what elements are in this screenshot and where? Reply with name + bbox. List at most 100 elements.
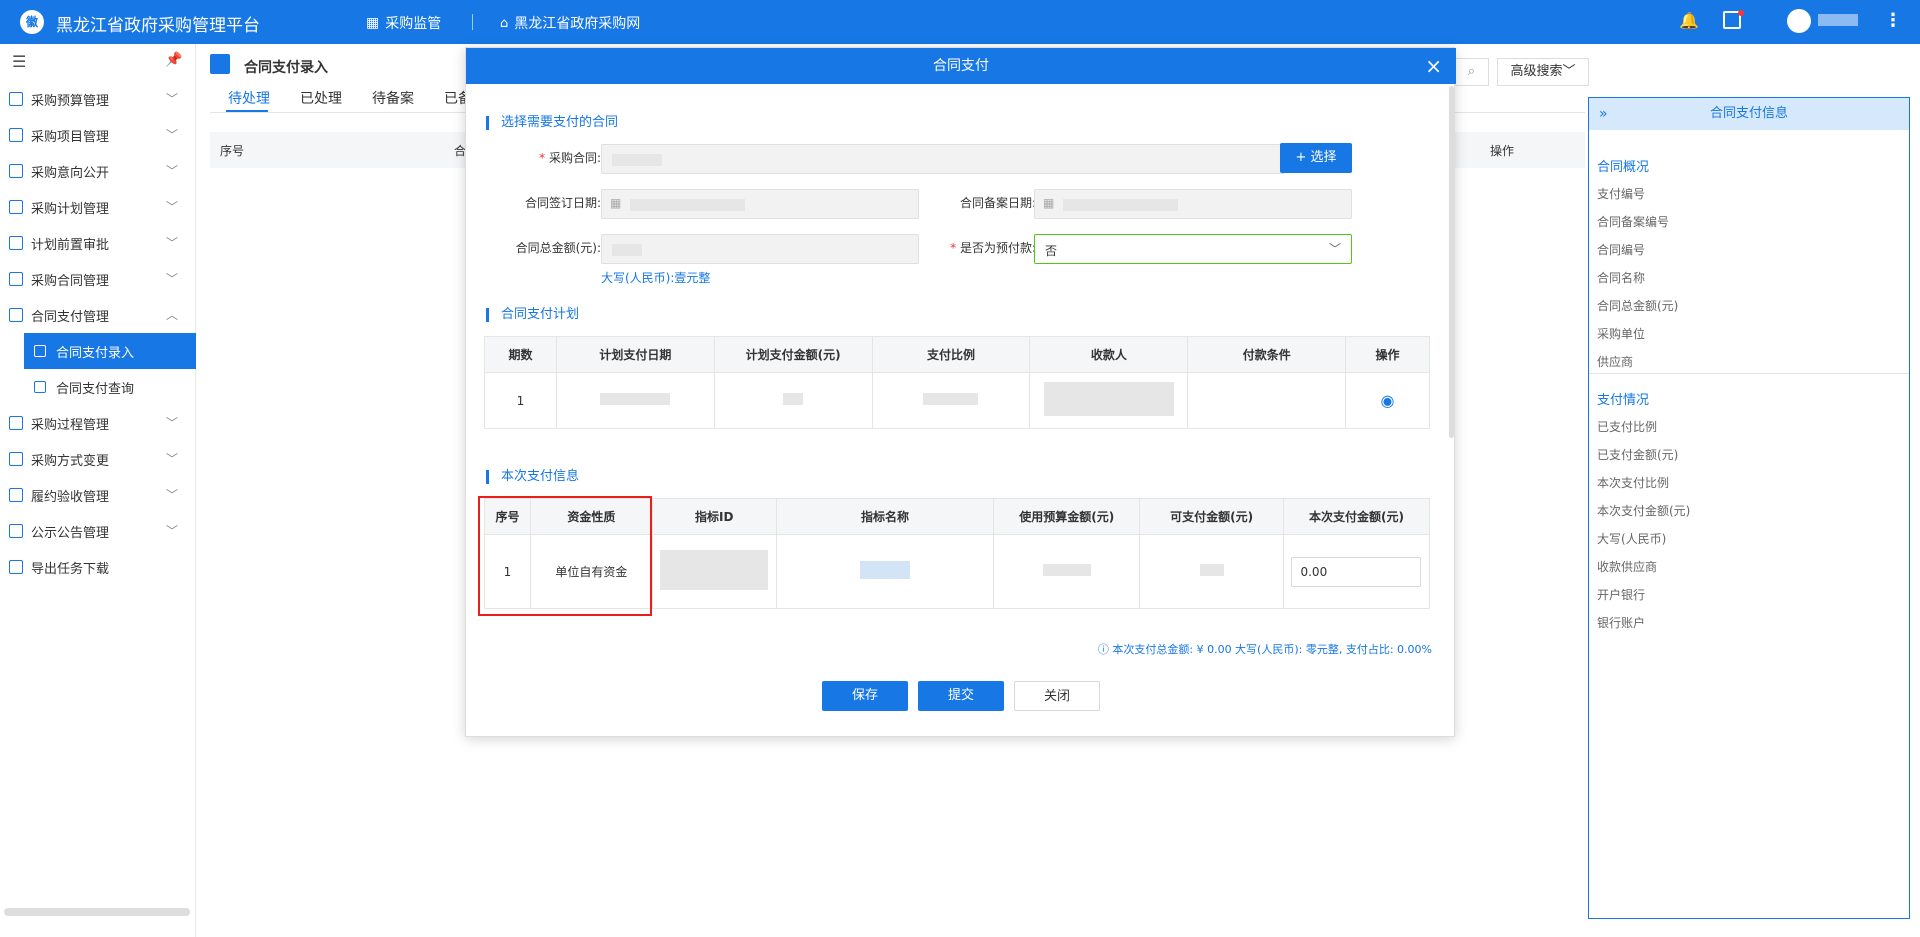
label-filing-date: 合同备案日期: (959, 196, 1036, 210)
th-payable-amount: 可支付金额(元) (1139, 498, 1284, 535)
nav-procurement-website[interactable]: ⌂ 黑龙江省政府采购网 (500, 13, 640, 33)
cell-payee (1029, 372, 1189, 429)
field-paid-ratio: 已支付比例 (1597, 420, 1658, 434)
field-capital-amount: 大写(人民币) (1597, 532, 1667, 546)
redacted-value (630, 199, 745, 211)
menu-icon[interactable]: ☰ (12, 52, 26, 71)
sidebar-scrollbar[interactable] (4, 908, 190, 916)
panel-title: 合同支付信息 (1709, 106, 1788, 121)
th-period: 期数 (484, 336, 557, 373)
sidebar-item-method-change[interactable]: 采购方式变更 ﹀ (0, 441, 196, 477)
pin-icon[interactable]: 📌 (165, 52, 182, 68)
chevron-down-icon: ﹀ (1562, 64, 1576, 79)
submit-button[interactable]: 提交 (918, 681, 1004, 711)
redacted-value (923, 393, 979, 405)
platform-logo-icon: 徽 (20, 10, 44, 34)
label-total-amount: 合同总金额(元): (515, 241, 601, 255)
th-current-amount: 本次支付金额(元) (1282, 498, 1431, 535)
sidebar-item-project[interactable]: 采购项目管理 ﹀ (0, 117, 196, 153)
page-icon (210, 54, 230, 74)
chevron-down-icon: ﹀ (1328, 242, 1341, 256)
save-button[interactable]: 保存 (822, 681, 908, 711)
advanced-search-label: 高级搜索 (1510, 64, 1563, 79)
field-payment-no: 支付编号 (1597, 187, 1646, 201)
search-icon[interactable]: ⌕ (1455, 58, 1489, 86)
close-icon[interactable]: × (1425, 48, 1442, 84)
col-seq: 序号 (220, 144, 245, 158)
sidebar-item-payment[interactable]: 合同支付管理 ︿ (0, 297, 196, 333)
th-plan-amount: 计划支付金额(元) (713, 336, 873, 373)
th-used-budget: 使用预算金额(元) (993, 498, 1141, 535)
total-amount-field[interactable] (601, 234, 919, 264)
sidebar-item-preapproval[interactable]: 计划前置审批 ﹀ (0, 225, 196, 261)
prepayment-select[interactable]: 否 ﹀ (1034, 234, 1352, 264)
close-button[interactable]: 关闭 (1014, 681, 1100, 711)
redacted-value (600, 393, 671, 405)
cell-ops: ◉ (1345, 372, 1430, 429)
calendar-icon: ▦ (610, 196, 622, 210)
chevron-down-icon: ﹀ (165, 272, 178, 286)
modal-scrollbar[interactable] (1449, 86, 1454, 438)
sidebar-item-label: 采购意向公开 (31, 165, 110, 181)
sidebar-subitem-payment-query[interactable]: 合同支付查询 (24, 369, 196, 405)
payment-icon (9, 308, 23, 322)
cell-indicator-name (775, 534, 995, 609)
advanced-search-button[interactable]: 高级搜索﹀ (1497, 58, 1589, 86)
sidebar-item-plan[interactable]: 采购计划管理 ﹀ (0, 189, 196, 225)
project-icon (9, 128, 23, 142)
cell-pay-condition (1187, 372, 1347, 429)
sidebar-item-intent[interactable]: 采购意向公开 ﹀ (0, 153, 196, 189)
th-pay-condition: 付款条件 (1187, 336, 1347, 373)
document-icon (34, 345, 46, 357)
contract-payment-info-panel: » 合同支付信息 合同概况 支付编号 合同备案编号 合同编号 合同名称 合同总金… (1588, 97, 1910, 919)
label-text: 是否为预付款: (959, 241, 1036, 255)
sidebar-item-export[interactable]: 导出任务下载 (0, 549, 196, 585)
more-vertical-icon[interactable]: ⋮ (1884, 10, 1902, 31)
th-plan-date: 计划支付日期 (555, 336, 715, 373)
bell-icon[interactable]: 🔔 (1679, 11, 1699, 30)
avatar[interactable] (1787, 9, 1811, 33)
redacted-value (660, 550, 769, 590)
th-ops: 操作 (1345, 336, 1430, 373)
tab-pending[interactable]: 待处理 (228, 88, 270, 108)
th-indicator-id: 指标ID (651, 498, 777, 535)
sidebar-item-label: 合同支付录入 (56, 345, 135, 361)
sidebar-item-acceptance[interactable]: 履约验收管理 ﹀ (0, 477, 196, 513)
field-bank: 开户银行 (1597, 588, 1646, 602)
filing-date-field[interactable]: ▦ (1034, 189, 1352, 219)
th-payee: 收款人 (1029, 336, 1189, 373)
calendar-icon: ▦ (1043, 196, 1055, 210)
modal-header: 合同支付 × (466, 48, 1456, 84)
section-contract-overview: 合同概况 (1597, 160, 1650, 175)
double-chevron-right-icon[interactable]: » (1599, 98, 1608, 130)
current-payment-amount-input[interactable]: 0.00 (1291, 556, 1422, 587)
sidebar-item-process[interactable]: 采购过程管理 ﹀ (0, 405, 196, 441)
nav-divider (472, 14, 473, 30)
eye-icon[interactable]: ◉ (1381, 391, 1395, 410)
sidebar-item-budget[interactable]: 采购预算管理 ﹀ (0, 81, 196, 117)
summary-text: 本次支付总金额: ¥ 0.00 大写(人民币): 零元整, 支付占比: 0.00… (1112, 643, 1432, 656)
sidebar-item-label: 采购合同管理 (31, 273, 110, 289)
sidebar-item-label: 公示公告管理 (31, 525, 110, 541)
announcement-icon (9, 524, 23, 538)
sidebar-item-contract[interactable]: 采购合同管理 ﹀ (0, 261, 196, 297)
sidebar-subitem-payment-entry[interactable]: 合同支付录入 (24, 333, 196, 369)
section-current-payment: 本次支付信息 (486, 470, 579, 484)
sidebar-item-announcement[interactable]: 公示公告管理 ﹀ (0, 513, 196, 549)
contract-icon (9, 272, 23, 286)
tab-processed[interactable]: 已处理 (300, 88, 342, 108)
select-contract-button[interactable]: + 选择 (1280, 143, 1352, 173)
prepayment-value: 否 (1045, 244, 1058, 258)
chevron-down-icon: ﹀ (165, 92, 178, 106)
redacted-value (783, 393, 804, 405)
intent-icon (9, 164, 23, 178)
notification-dot (1738, 10, 1744, 16)
nav-procurement-supervision[interactable]: ▦ 采购监管 (366, 13, 441, 33)
sign-date-field[interactable]: ▦ (601, 189, 919, 219)
chevron-down-icon: ﹀ (165, 164, 178, 178)
chevron-down-icon: ﹀ (165, 524, 178, 538)
tab-to-file[interactable]: 待备案 (372, 88, 414, 108)
procurement-contract-field[interactable] (601, 144, 1285, 174)
section-payment-status: 支付情况 (1597, 393, 1650, 408)
platform-title: 黑龙江省政府采购管理平台 (56, 16, 260, 36)
